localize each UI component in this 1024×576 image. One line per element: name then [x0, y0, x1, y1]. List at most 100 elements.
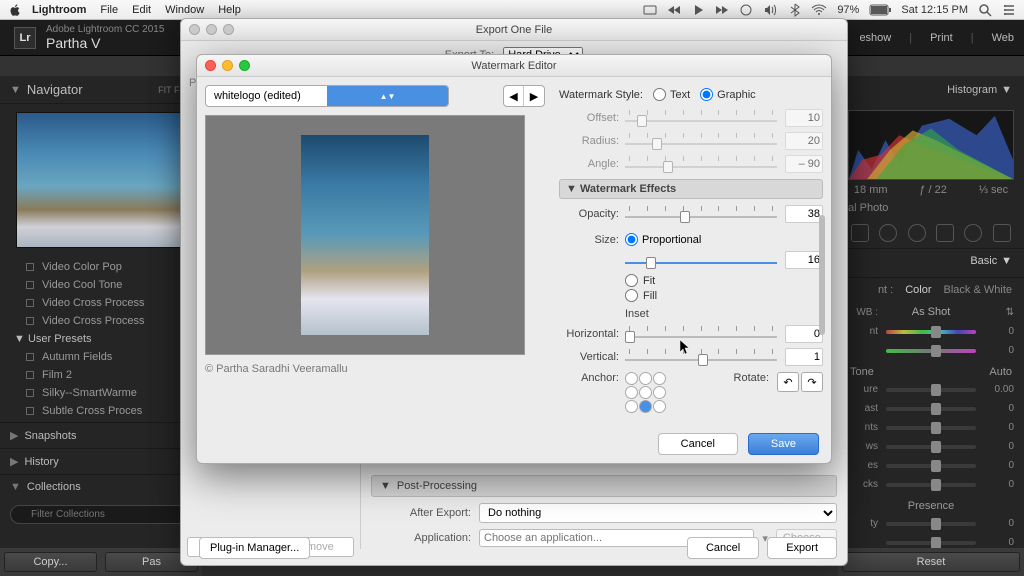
menu-file[interactable]: File — [100, 4, 118, 16]
after-export-select[interactable]: Do nothing — [479, 503, 837, 523]
brush-tool-icon[interactable] — [993, 224, 1011, 242]
navigator-preview[interactable] — [16, 112, 186, 248]
preset-item[interactable]: Subtle Cross Proces — [4, 402, 198, 420]
chevron-updown-icon[interactable]: ▲▼ — [327, 86, 448, 106]
history-section[interactable]: ▶History — [0, 448, 202, 474]
minimize-icon[interactable] — [222, 60, 233, 71]
size-fit-radio[interactable]: Fit — [625, 274, 823, 287]
contrast-slider[interactable] — [886, 407, 976, 411]
auto-tone-button[interactable]: Auto — [989, 366, 1012, 378]
watermark-save-button[interactable]: Save — [748, 433, 819, 455]
disclosure-icon[interactable]: ▼ — [10, 84, 21, 96]
treatment-bw[interactable]: Black & White — [944, 284, 1012, 296]
snapshots-section[interactable]: ▶Snapshots — [0, 422, 202, 448]
offset-value[interactable]: 10 — [785, 109, 823, 127]
collections-section[interactable]: ▼Collections — [0, 474, 202, 499]
spotlight-icon[interactable] — [978, 3, 992, 17]
wifi-icon[interactable] — [811, 4, 827, 16]
forward-icon[interactable] — [715, 3, 729, 17]
exposure-slider[interactable] — [886, 388, 976, 392]
apple-icon — [8, 3, 22, 17]
wb-value[interactable]: As Shot — [878, 306, 984, 318]
menu-window[interactable]: Window — [165, 4, 204, 16]
basic-header[interactable]: Basic — [970, 255, 997, 271]
vert-value[interactable]: 1 — [785, 348, 823, 366]
preset-item[interactable]: Video Cool Tone — [4, 276, 198, 294]
histogram-header[interactable]: Histogram — [947, 84, 997, 100]
module-slideshow[interactable]: eshow — [859, 32, 891, 44]
crop-tool-icon[interactable] — [851, 224, 869, 242]
copy-button[interactable]: Copy... — [4, 552, 97, 572]
preset-item[interactable]: Autumn Fields — [4, 348, 198, 366]
stop-icon[interactable] — [739, 3, 753, 17]
radial-tool-icon[interactable] — [964, 224, 982, 242]
menu-edit[interactable]: Edit — [132, 4, 151, 16]
radius-slider[interactable] — [625, 133, 777, 149]
preset-item[interactable]: Video Color Pop — [4, 258, 198, 276]
export-cancel-button[interactable]: Cancel — [687, 537, 759, 559]
offset-slider[interactable] — [625, 110, 777, 126]
plugin-manager-button[interactable]: Plug-in Manager... — [199, 537, 310, 559]
size-slider[interactable] — [625, 252, 777, 268]
reset-button[interactable]: Reset — [842, 552, 1020, 572]
preset-item[interactable]: Video Cross Process — [4, 312, 198, 330]
angle-slider[interactable] — [625, 156, 777, 172]
horizontal-inset-slider[interactable] — [625, 326, 777, 342]
watermark-effects-header[interactable]: ▼ Watermark Effects — [559, 179, 823, 199]
horiz-value[interactable]: 0 — [785, 325, 823, 343]
minimize-icon[interactable] — [206, 24, 217, 35]
rotate-left-button[interactable]: ↶ — [777, 372, 799, 392]
spot-tool-icon[interactable] — [879, 224, 897, 242]
style-graphic-radio[interactable]: Graphic — [700, 88, 756, 101]
opacity-slider[interactable] — [625, 206, 777, 222]
user-presets-header[interactable]: ▼ User Presets — [4, 330, 198, 348]
navigator-header[interactable]: Navigator — [27, 82, 158, 97]
close-icon[interactable] — [205, 60, 216, 71]
tint-slider[interactable] — [886, 349, 976, 353]
vibrance-slider[interactable] — [886, 541, 976, 545]
export-button[interactable]: Export — [767, 537, 837, 559]
watermark-cancel-button[interactable]: Cancel — [658, 433, 738, 455]
play-icon[interactable] — [691, 3, 705, 17]
app-name[interactable]: Lightroom — [32, 4, 86, 16]
vertical-inset-slider[interactable] — [625, 349, 777, 365]
prev-button[interactable]: ◀ — [504, 86, 524, 106]
module-web[interactable]: Web — [992, 32, 1014, 44]
menu-help[interactable]: Help — [218, 4, 241, 16]
angle-value[interactable]: – 90 — [785, 155, 823, 173]
treatment-color[interactable]: Color — [905, 284, 931, 296]
preset-item[interactable]: Video Cross Process — [4, 294, 198, 312]
notifications-icon[interactable] — [1002, 3, 1016, 17]
clarity-slider[interactable] — [886, 522, 976, 526]
radius-value[interactable]: 20 — [785, 132, 823, 150]
filter-collections-input[interactable] — [10, 505, 192, 524]
zoom-icon[interactable] — [239, 60, 250, 71]
module-print[interactable]: Print — [930, 32, 953, 44]
style-text-radio[interactable]: Text — [653, 88, 690, 101]
whites-slider[interactable] — [886, 464, 976, 468]
scrollbar[interactable] — [819, 215, 825, 335]
size-proportional-radio[interactable]: Proportional — [625, 233, 701, 246]
histogram-display[interactable] — [848, 110, 1014, 180]
size-value[interactable]: 16 — [785, 251, 823, 269]
next-button[interactable]: ▶ — [524, 86, 544, 106]
rotate-right-button[interactable]: ↷ — [801, 372, 823, 392]
temp-slider[interactable] — [886, 330, 976, 334]
shadows-slider[interactable] — [886, 445, 976, 449]
post-processing-header[interactable]: ▼Post-Processing — [371, 475, 837, 497]
size-fill-radio[interactable]: Fill — [625, 289, 823, 302]
zoom-icon[interactable] — [223, 24, 234, 35]
volume-icon[interactable] — [763, 3, 779, 17]
anchor-picker[interactable] — [625, 372, 666, 413]
preset-item[interactable]: Silky--SmartWarme — [4, 384, 198, 402]
blacks-slider[interactable] — [886, 483, 976, 487]
redeye-tool-icon[interactable] — [908, 224, 926, 242]
watermark-preset-select[interactable]: whitelogo (edited) ▲▼ — [205, 85, 449, 107]
preset-item[interactable]: Film 2 — [4, 366, 198, 384]
close-icon[interactable] — [189, 24, 200, 35]
bluetooth-icon[interactable] — [789, 3, 801, 17]
gradient-tool-icon[interactable] — [936, 224, 954, 242]
rewind-icon[interactable] — [667, 3, 681, 17]
opacity-value[interactable]: 38 — [785, 205, 823, 223]
highlights-slider[interactable] — [886, 426, 976, 430]
